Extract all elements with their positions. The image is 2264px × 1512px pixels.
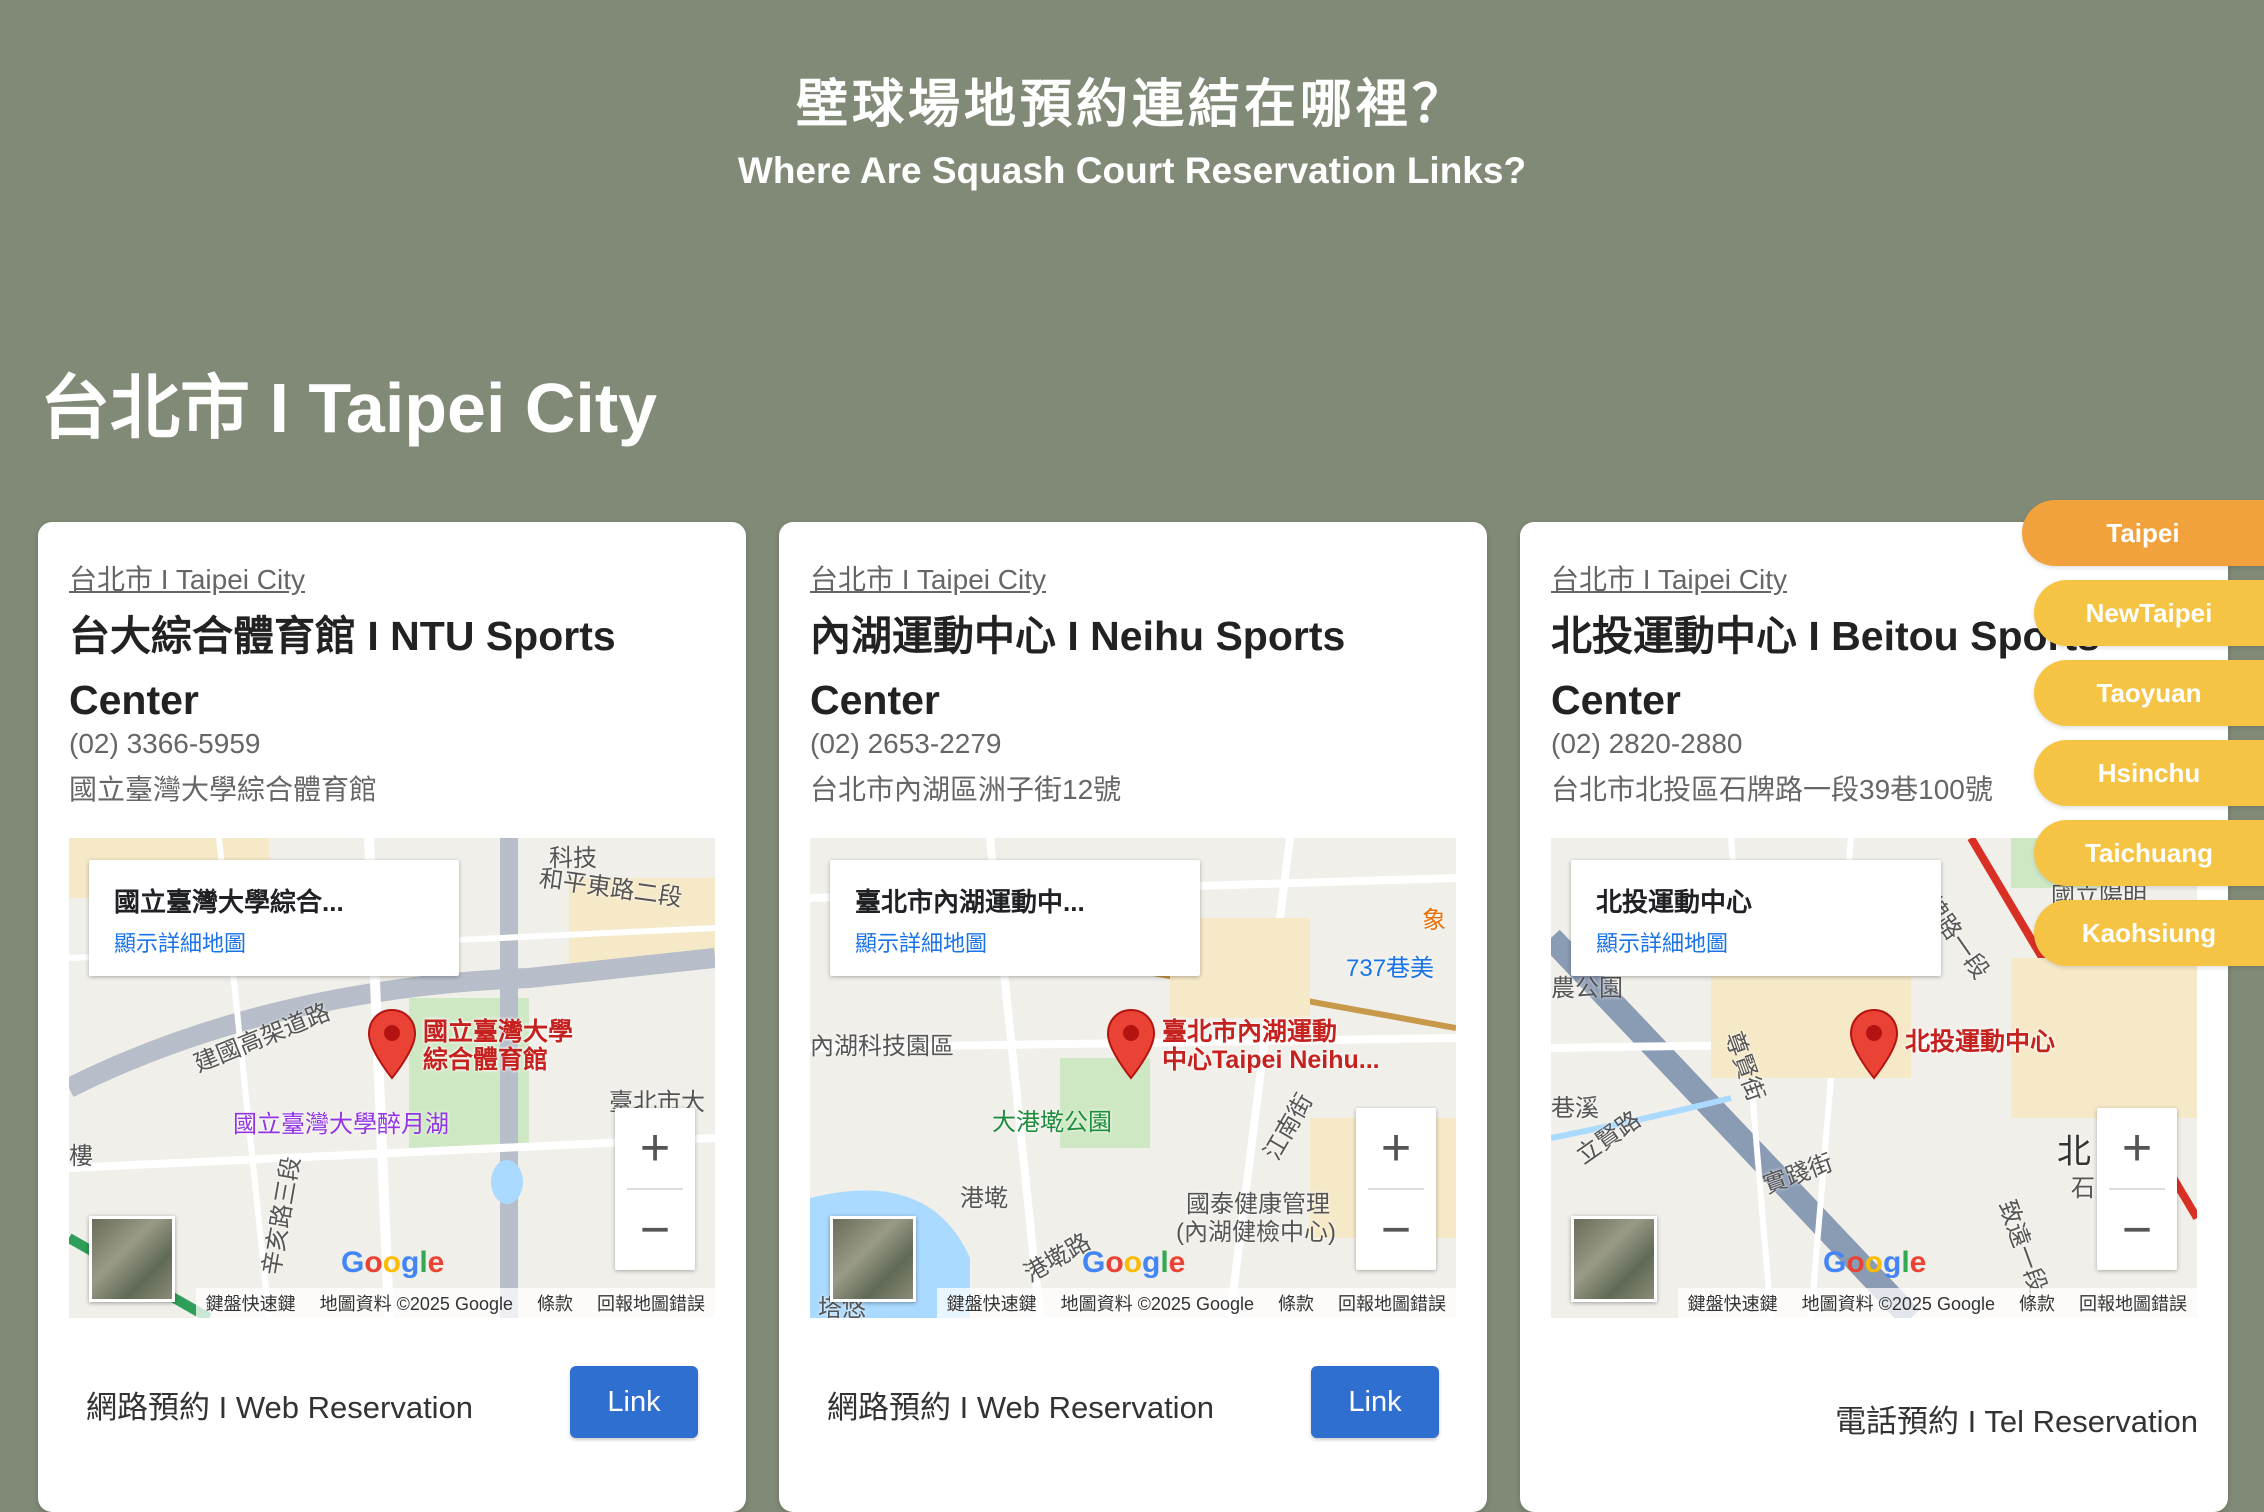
nav-tab-taichuang[interactable]: Taichuang — [2034, 820, 2264, 886]
location-pin-icon[interactable] — [367, 1008, 417, 1080]
map-label: 象 — [1422, 907, 1446, 934]
zoom-out-button[interactable]: − — [615, 1190, 695, 1270]
map-label: 北 — [2057, 1133, 2091, 1171]
satellite-toggle-button[interactable] — [830, 1216, 916, 1302]
map-infobox: 國立臺灣大學綜合... 顯示詳細地圖 — [89, 860, 459, 976]
map-label: 樓 — [69, 1143, 93, 1170]
card-address: 台北市北投區石牌路一段39巷100號 — [1551, 774, 1993, 805]
zoom-controls: + − — [615, 1108, 695, 1270]
view-larger-map-link[interactable]: 顯示詳細地圖 — [1596, 926, 1728, 958]
view-larger-map-link[interactable]: 顯示詳細地圖 — [114, 926, 246, 958]
terms-link[interactable]: 條款 — [537, 1290, 573, 1316]
google-logo: Google — [1082, 1246, 1186, 1279]
map-label: 737巷美 — [1346, 955, 1435, 982]
pin-label: 國立臺灣大學 綜合體育館 — [423, 1018, 574, 1074]
map-data-text: 地圖資料 ©2025 Google — [319, 1294, 513, 1314]
infobox-place-name: 國立臺灣大學綜合... — [114, 887, 344, 917]
pin-label: 北投運動中心 — [1905, 1028, 2056, 1056]
map-infobox: 北投運動中心 顯示詳細地圖 — [1571, 860, 1941, 976]
hero-title-en: Where Are Squash Court Reservation Links… — [737, 150, 1527, 191]
zoom-controls: + − — [1356, 1108, 1436, 1270]
terms-link[interactable]: 條款 — [1278, 1290, 1314, 1316]
venue-card-ntu: 台北市 I Taipei City 台大綜合體育館 I NTU Sports C… — [38, 522, 746, 1512]
map-label: 石 — [2071, 1175, 2095, 1202]
section-title: 台北市 I Taipei City — [40, 369, 658, 447]
nav-tab-kaohsiung[interactable]: Kaohsiung — [2034, 900, 2264, 966]
card-breadcrumb-link[interactable]: 台北市 I Taipei City — [810, 558, 1046, 598]
google-logo: Google — [341, 1246, 445, 1279]
card-address: 國立臺灣大學綜合體育館 — [69, 774, 378, 805]
zoom-controls: + − — [2097, 1108, 2177, 1270]
embedded-map[interactable]: 內湖科技園區 大港墘公園 港墘 港墘路 江南街 737巷美 國泰健康管理 (內湖… — [810, 838, 1456, 1318]
zoom-in-button[interactable]: + — [2097, 1108, 2177, 1188]
map-label: 大港墘公園 — [992, 1109, 1112, 1136]
nav-tab-taoyuan[interactable]: Taoyuan — [2034, 660, 2264, 726]
terms-link[interactable]: 條款 — [2019, 1290, 2055, 1316]
zoom-in-button[interactable]: + — [615, 1108, 695, 1188]
keyboard-shortcuts-link[interactable]: 鍵盤快速鍵 — [1688, 1290, 1778, 1316]
keyboard-shortcuts-link[interactable]: 鍵盤快速鍵 — [947, 1290, 1037, 1316]
map-data-text: 地圖資料 ©2025 Google — [1060, 1294, 1254, 1314]
card-breadcrumb-link[interactable]: 台北市 I Taipei City — [1551, 558, 1787, 598]
nav-tab-taipei[interactable]: Taipei — [2022, 500, 2264, 566]
nav-tab-hsinchu[interactable]: Hsinchu — [2034, 740, 2264, 806]
card-breadcrumb-link[interactable]: 台北市 I Taipei City — [69, 558, 305, 598]
card-address: 台北市內湖區洲子街12號 — [810, 774, 1122, 805]
reservation-type: 網路預約 I Web Reservation — [827, 1390, 1215, 1425]
card-phone: (02) 2653-2279 — [810, 728, 1002, 759]
map-label: (內湖健檢中心) — [1176, 1219, 1336, 1246]
reservation-link-button[interactable]: Link — [1311, 1366, 1439, 1438]
map-attribution: 鍵盤快速鍵 地圖資料 ©2025 Google 條款 回報地圖錯誤 — [936, 1288, 1456, 1318]
nav-tab-newtaipei[interactable]: NewTaipei — [2034, 580, 2264, 646]
map-label: 巷溪 — [1551, 1095, 1599, 1122]
zoom-in-button[interactable]: + — [1356, 1108, 1436, 1188]
card-phone: (02) 3366-5959 — [69, 728, 261, 759]
zoom-out-button[interactable]: − — [2097, 1190, 2177, 1270]
card-phone: (02) 2820-2880 — [1551, 728, 1743, 759]
report-error-link[interactable]: 回報地圖錯誤 — [597, 1290, 705, 1316]
embedded-map[interactable]: 科技 和平東路二段 建國高架道路 國立臺灣大學醉月湖 臺北市大 辛亥路三段 樓 … — [69, 838, 715, 1318]
reservation-link-button[interactable]: Link — [570, 1366, 698, 1438]
map-attribution: 鍵盤快速鍵 地圖資料 ©2025 Google 條款 回報地圖錯誤 — [195, 1288, 715, 1318]
map-label: 港墘 — [960, 1185, 1008, 1212]
report-error-link[interactable]: 回報地圖錯誤 — [1338, 1290, 1446, 1316]
card-title: 台大綜合體育館 I NTU Sports Center — [69, 613, 616, 723]
infobox-place-name: 臺北市內湖運動中... — [855, 887, 1085, 917]
location-pin-icon[interactable] — [1106, 1008, 1156, 1080]
hero-title-zh: 壁球場地預約連結在哪裡？ — [795, 76, 1468, 134]
satellite-toggle-button[interactable] — [1571, 1216, 1657, 1302]
venue-card-neihu: 台北市 I Taipei City 內湖運動中心 I Neihu Sports … — [779, 522, 1487, 1512]
satellite-toggle-button[interactable] — [89, 1216, 175, 1302]
google-logo: Google — [1823, 1246, 1927, 1279]
map-attribution: 鍵盤快速鍵 地圖資料 ©2025 Google 條款 回報地圖錯誤 — [1677, 1288, 2197, 1318]
infobox-place-name: 北投運動中心 — [1596, 887, 1753, 917]
location-pin-icon[interactable] — [1849, 1008, 1899, 1080]
map-label: 內湖科技園區 — [810, 1033, 954, 1060]
card-title: 內湖運動中心 I Neihu Sports Center — [810, 613, 1346, 723]
zoom-out-button[interactable]: − — [1356, 1190, 1436, 1270]
reservation-type: 電話預約 I Tel Reservation — [1835, 1404, 2198, 1439]
reservation-type: 網路預約 I Web Reservation — [86, 1390, 474, 1425]
keyboard-shortcuts-link[interactable]: 鍵盤快速鍵 — [206, 1290, 296, 1316]
map-infobox: 臺北市內湖運動中... 顯示詳細地圖 — [830, 860, 1200, 976]
map-data-text: 地圖資料 ©2025 Google — [1801, 1294, 1995, 1314]
report-error-link[interactable]: 回報地圖錯誤 — [2079, 1290, 2187, 1316]
view-larger-map-link[interactable]: 顯示詳細地圖 — [855, 926, 987, 958]
pin-label: 臺北市內湖運動 中心Taipei Neihu... — [1162, 1018, 1380, 1074]
map-label: 國立臺灣大學醉月湖 — [233, 1111, 449, 1138]
